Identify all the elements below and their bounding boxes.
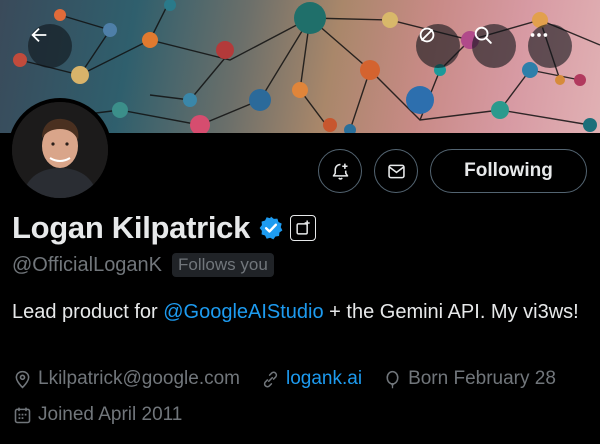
calendar-icon bbox=[14, 407, 31, 423]
handle: @OfficialLoganK bbox=[12, 253, 163, 276]
joined-text: Joined April 2011 bbox=[38, 404, 183, 425]
bio-mention-link[interactable]: @GoogleAIStudio bbox=[163, 301, 323, 323]
profile-meta-row: Lkilpatrick@google.com logank.ai Born Fe… bbox=[12, 368, 576, 390]
envelope-icon bbox=[387, 164, 405, 178]
more-button[interactable] bbox=[528, 24, 572, 68]
avatar-photo bbox=[12, 102, 108, 198]
back-button[interactable] bbox=[28, 24, 72, 68]
notifications-button[interactable] bbox=[318, 149, 362, 193]
bio-suffix: + the Gemini API. My vi3ws! bbox=[323, 301, 579, 323]
more-icon bbox=[530, 33, 548, 37]
bell-plus-icon bbox=[332, 163, 348, 180]
website-link[interactable]: logank.ai bbox=[286, 368, 362, 390]
joined-item: Joined April 2011 bbox=[12, 404, 182, 426]
birthday-item: Born February 28 bbox=[382, 368, 556, 390]
profile-meta-row-2: Joined April 2011 bbox=[12, 404, 202, 426]
location-item: Lkilpatrick@google.com bbox=[12, 368, 240, 390]
affiliate-icon bbox=[296, 220, 310, 235]
name-row: Logan Kilpatrick bbox=[12, 210, 317, 246]
link-icon bbox=[263, 371, 278, 387]
location-text: Lkilpatrick@google.com bbox=[38, 368, 240, 389]
grok-icon bbox=[419, 27, 435, 43]
balloon-icon bbox=[386, 370, 399, 388]
search-icon bbox=[474, 26, 492, 44]
following-button[interactable]: Following bbox=[430, 149, 587, 193]
message-button[interactable] bbox=[374, 149, 418, 193]
verified-badge-icon[interactable] bbox=[258, 215, 284, 241]
birthday-text: Born February 28 bbox=[408, 368, 556, 389]
display-name: Logan Kilpatrick bbox=[12, 210, 251, 245]
grok-button[interactable] bbox=[416, 24, 460, 68]
website-item[interactable]: logank.ai bbox=[260, 368, 362, 390]
avatar[interactable] bbox=[8, 98, 112, 202]
arrow-left-icon bbox=[31, 27, 47, 43]
affiliate-badge[interactable] bbox=[290, 215, 317, 241]
bio-prefix: Lead product for bbox=[12, 301, 164, 323]
follows-you-badge: Follows you bbox=[172, 253, 274, 277]
handle-row: @OfficialLoganK Follows you bbox=[12, 253, 274, 277]
location-pin-icon bbox=[15, 370, 30, 388]
search-button[interactable] bbox=[472, 24, 516, 68]
bio: Lead product for @GoogleAIStudio + the G… bbox=[12, 298, 592, 327]
